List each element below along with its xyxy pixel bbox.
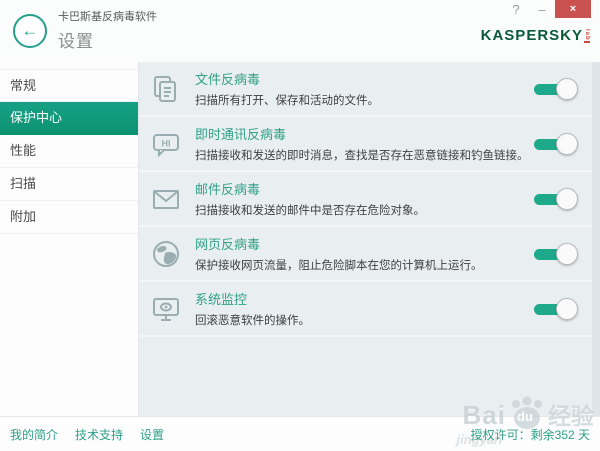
titles: 卡巴斯基反病毒软件 设置 xyxy=(58,8,157,52)
back-arrow-icon: ← xyxy=(22,21,39,41)
app-title: 卡巴斯基反病毒软件 xyxy=(58,8,157,24)
row-title[interactable]: 网页反病毒 xyxy=(195,234,534,253)
footer-link-support[interactable]: 技术支持 xyxy=(75,426,123,443)
row-title[interactable]: 系统监控 xyxy=(195,289,534,308)
toggle-web-antivirus[interactable] xyxy=(534,242,578,266)
help-button[interactable]: ? xyxy=(503,0,529,18)
kaspersky-logo: KASPERSKY lab xyxy=(481,27,590,44)
kaspersky-logo-text: KASPERSKY xyxy=(481,27,583,44)
sidebar-item-general[interactable]: 常规 xyxy=(0,69,138,102)
mail-icon xyxy=(151,184,181,214)
row-title[interactable]: 邮件反病毒 xyxy=(195,179,534,198)
row-title[interactable]: 即时通讯反病毒 xyxy=(195,124,534,143)
minimize-button[interactable]: – xyxy=(529,0,555,18)
kaspersky-lab-text: lab xyxy=(584,29,590,43)
toggle-mail-antivirus[interactable] xyxy=(534,187,578,211)
row-description: 回滚恶意软件的操作。 xyxy=(195,312,534,328)
protection-settings-panel: 文件反病毒 扫描所有打开、保存和活动的文件。 HI xyxy=(139,62,600,416)
window-controls: ? – × xyxy=(503,0,591,18)
row-description: 扫描接收和发送的邮件中是否存在危险对象。 xyxy=(195,202,534,218)
footer-bar: 我的简介 技术支持 设置 授权许可：剩余352 天 xyxy=(0,416,600,451)
row-im-antivirus[interactable]: HI 即时通讯反病毒 扫描接收和发送的即时消息，查找是否存在恶意链接和钓鱼链接。 xyxy=(139,117,592,172)
row-title[interactable]: 文件反病毒 xyxy=(195,69,534,88)
header: ← 卡巴斯基反病毒软件 设置 ? – × KASPERSKY lab xyxy=(0,0,600,62)
footer-link-settings[interactable]: 设置 xyxy=(140,426,164,443)
row-description: 扫描接收和发送的即时消息，查找是否存在恶意链接和钓鱼链接。 xyxy=(195,147,534,163)
row-web-antivirus[interactable]: 网页反病毒 保护接收网页流量，阻止危险脚本在您的计算机上运行。 xyxy=(139,227,592,282)
back-button[interactable]: ← xyxy=(13,14,47,48)
row-mail-antivirus[interactable]: 邮件反病毒 扫描接收和发送的邮件中是否存在危险对象。 xyxy=(139,172,592,227)
im-chat-icon: HI xyxy=(151,129,181,159)
row-description: 扫描所有打开、保存和活动的文件。 xyxy=(195,92,534,108)
sidebar-item-protection-center[interactable]: 保护中心 xyxy=(0,102,138,135)
sidebar-item-additional[interactable]: 附加 xyxy=(0,201,138,234)
row-file-antivirus[interactable]: 文件反病毒 扫描所有打开、保存和活动的文件。 xyxy=(139,62,592,117)
monitor-eye-icon xyxy=(151,294,181,324)
globe-icon xyxy=(151,239,181,269)
toggle-file-antivirus[interactable] xyxy=(534,77,578,101)
close-button[interactable]: × xyxy=(555,0,591,18)
main-area: 常规 保护中心 性能 扫描 附加 xyxy=(0,62,600,416)
footer-link-my-profile[interactable]: 我的简介 xyxy=(10,426,58,443)
row-system-watcher[interactable]: 系统监控 回滚恶意软件的操作。 xyxy=(139,282,592,337)
files-icon xyxy=(151,74,181,104)
svg-text:HI: HI xyxy=(162,138,171,148)
page-title: 设置 xyxy=(58,27,157,52)
kaspersky-settings-window: ← 卡巴斯基反病毒软件 设置 ? – × KASPERSKY lab 常规 保护… xyxy=(0,0,600,451)
toggle-im-antivirus[interactable] xyxy=(534,132,578,156)
license-status: 授权许可：剩余352 天 xyxy=(471,426,590,443)
toggle-system-watcher[interactable] xyxy=(534,297,578,321)
sidebar-item-performance[interactable]: 性能 xyxy=(0,135,138,168)
sidebar: 常规 保护中心 性能 扫描 附加 xyxy=(0,62,139,416)
scrollbar[interactable] xyxy=(592,62,600,416)
sidebar-item-scan[interactable]: 扫描 xyxy=(0,168,138,201)
row-description: 保护接收网页流量，阻止危险脚本在您的计算机上运行。 xyxy=(195,257,534,273)
